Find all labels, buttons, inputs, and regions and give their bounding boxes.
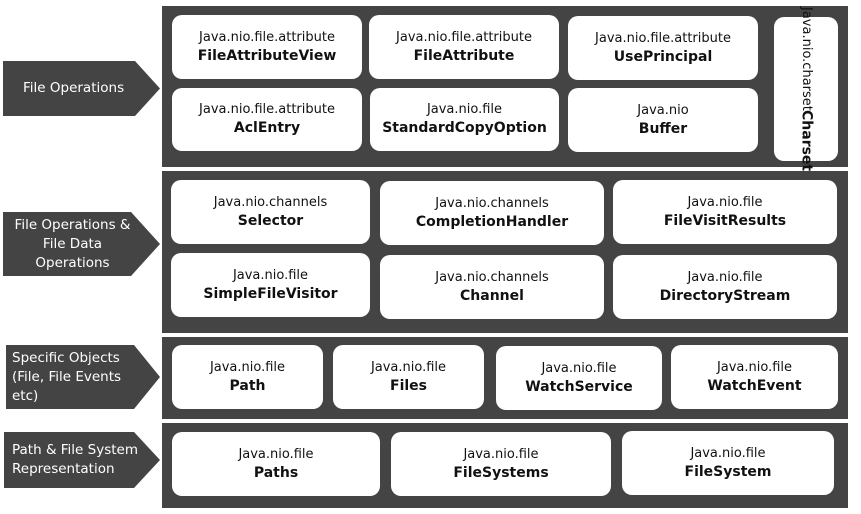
class-card: Java.nio.file.attribute FileAttributeVie… xyxy=(172,15,362,79)
package-name: Java.nio.file xyxy=(541,360,617,376)
class-name: WatchService xyxy=(525,378,633,395)
category-arrow-file-data-operations: File Operations & File Data Operations xyxy=(3,212,160,276)
package-name: Java.nio.file xyxy=(687,194,763,210)
class-name: UsePrincipal xyxy=(613,48,713,65)
class-card: Java.nio.file FileVisitResults xyxy=(613,180,837,244)
package-name: Java.nio.file.attribute xyxy=(199,29,335,45)
class-card: Java.nio.file WatchEvent xyxy=(671,345,838,409)
package-name: Java.nio.file xyxy=(690,445,766,461)
class-name: Files xyxy=(390,377,427,394)
panel-path-filesystem: Java.nio.file Paths Java.nio.file FileSy… xyxy=(162,423,848,508)
class-card: Java.nio.file FileSystem xyxy=(622,431,834,495)
class-card: Java.nio.file.attribute AclEntry xyxy=(172,88,362,151)
class-card: Java.nio.channels CompletionHandler xyxy=(380,181,604,245)
package-name: Java.nio.file.attribute xyxy=(199,102,335,117)
class-card: Java.nio.file SimpleFileVisitor xyxy=(171,253,370,317)
class-name: CompletionHandler xyxy=(415,213,569,230)
category-arrow-specific-objects: Specific Objects (File, File Events etc) xyxy=(6,345,160,409)
class-name: Charset xyxy=(798,110,815,172)
package-name: Java.nio.file xyxy=(209,359,286,375)
category-arrow-path-filesystem: Path & File System Representation xyxy=(4,432,160,488)
category-label: Path & File System Representation xyxy=(12,442,138,477)
class-card: Java.nio.file FileSystems xyxy=(391,432,611,496)
category-label: Specific Objects (File, File Events etc) xyxy=(12,349,122,404)
package-name: Java.nio.file.attribute xyxy=(595,30,731,46)
class-card: Java.nio.file.attribute UsePrincipal xyxy=(568,16,758,80)
class-card: Java.nio Buffer xyxy=(568,88,758,152)
category-label: File Operations & File Data Operations xyxy=(14,216,131,271)
class-card-vertical: Java.nio.charset Charset xyxy=(774,7,838,172)
package-name: Java.nio.file xyxy=(687,269,763,285)
package-name: Java.nio.charset xyxy=(799,6,814,111)
class-card: Java.nio.channels Channel xyxy=(380,255,604,319)
class-card: Java.nio.file.attribute FileAttribute xyxy=(369,15,559,79)
class-card: Java.nio.file Paths xyxy=(172,432,380,496)
package-name: Java.nio.channels xyxy=(435,269,549,285)
class-name: FileVisitResults xyxy=(663,212,787,229)
package-name: Java.nio.file xyxy=(232,267,309,283)
package-name: Java.nio.file xyxy=(716,359,793,375)
class-name: Selector xyxy=(237,212,304,229)
package-name: Java.nio.file xyxy=(370,359,447,375)
class-card: Java.nio.file Path xyxy=(172,345,323,409)
class-name: WatchEvent xyxy=(707,377,802,394)
class-name: SimpleFileVisitor xyxy=(203,285,338,302)
class-name: Channel xyxy=(460,287,524,304)
package-name: Java.nio.channels xyxy=(213,194,328,210)
panel-specific-objects: Java.nio.file Path Java.nio.file Files J… xyxy=(162,337,848,419)
category-label: File Operations xyxy=(23,80,125,96)
class-card: Java.nio.file Files xyxy=(333,345,484,409)
panel-file-operations: Java.nio.file.attribute FileAttributeVie… xyxy=(162,6,848,172)
panel-file-data-operations: Java.nio.channels Selector Java.nio.chan… xyxy=(162,171,848,333)
package-name: Java.nio.file xyxy=(463,446,539,462)
class-card: Java.nio.file WatchService xyxy=(496,346,662,410)
class-name: FileAttributeView xyxy=(197,47,337,64)
class-name: FileAttribute xyxy=(413,47,515,64)
class-name: StandardCopyOption xyxy=(382,120,547,136)
class-name: Paths xyxy=(253,464,299,481)
package-name: Java.nio.file xyxy=(426,102,503,117)
class-name: Path xyxy=(229,377,266,394)
class-name: FileSystems xyxy=(453,464,549,481)
class-card: Java.nio.file StandardCopyOption xyxy=(370,88,559,151)
package-name: Java.nio xyxy=(637,102,689,118)
category-arrow-file-operations: File Operations xyxy=(3,61,160,116)
class-name: Buffer xyxy=(638,120,688,137)
class-name: FileSystem xyxy=(684,463,772,480)
class-name: AclEntry xyxy=(233,120,301,136)
class-card: Java.nio.file DirectoryStream xyxy=(613,255,837,319)
package-name: Java.nio.channels xyxy=(435,195,549,211)
package-name: Java.nio.file xyxy=(238,446,314,462)
class-name: DirectoryStream xyxy=(659,287,791,304)
class-card: Java.nio.channels Selector xyxy=(171,180,370,244)
package-name: Java.nio.file.attribute xyxy=(396,29,532,45)
